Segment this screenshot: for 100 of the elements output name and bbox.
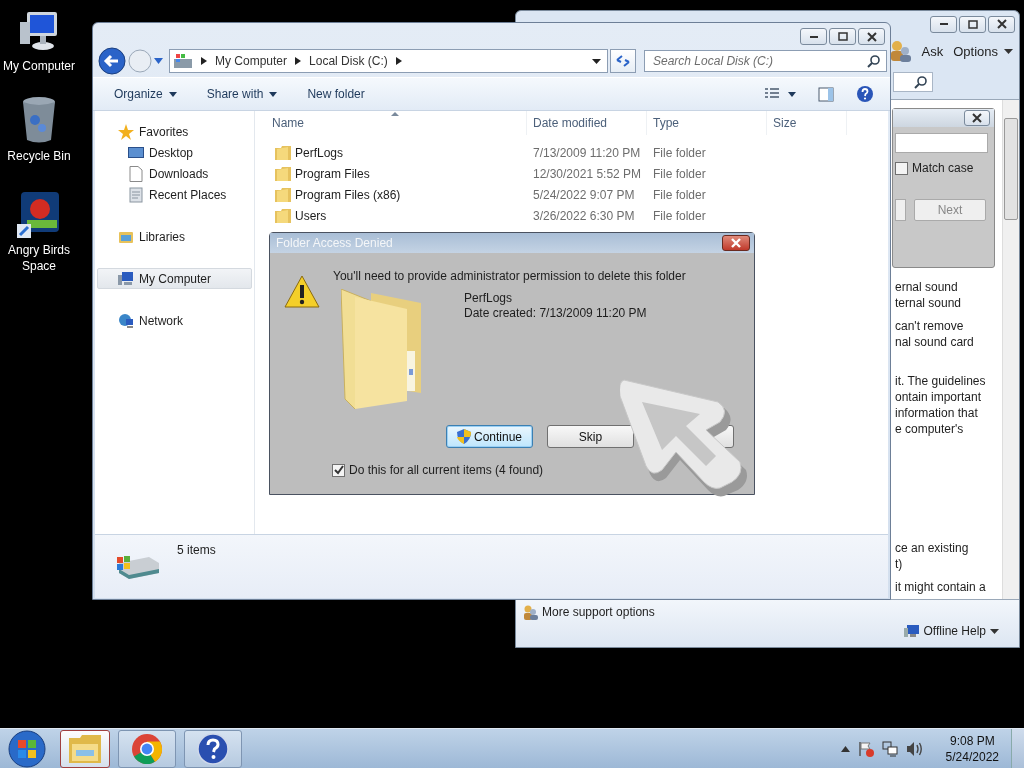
start-button[interactable] [6,729,48,768]
column-header[interactable]: Type [647,111,767,135]
column-header[interactable]: Date modified [527,111,647,135]
help-button[interactable] [856,85,874,103]
minimize-icon [939,23,948,25]
close-icon [972,113,982,123]
article-text: ternal sound [895,295,962,311]
article-text: it. The guidelines [895,373,986,389]
toolbar-button[interactable]: Organize [114,87,177,101]
article-text: ernal sound [895,279,958,295]
nav-item[interactable]: My Computer [97,268,252,289]
article-text: t) [895,556,903,572]
status-text: 5 items [177,543,216,557]
nav-item[interactable]: Libraries [97,226,252,247]
article-text: it might contain a [895,579,986,595]
clock-time[interactable]: 9:08 PM [949,732,995,749]
toolbar-button[interactable]: Share with [206,87,278,101]
show-hidden-icons-button[interactable] [840,745,850,752]
continue-button[interactable]: Continue [446,425,533,448]
nav-item[interactable]: Desktop [97,142,252,163]
ask-button[interactable]: Ask [921,43,944,59]
chevron-icon[interactable] [395,57,402,65]
nav-item[interactable]: Recent Places [97,184,252,205]
explorer-taskbar-button[interactable] [60,729,110,768]
checkbox[interactable] [895,161,908,175]
browser-taskbar-button[interactable] [118,729,176,768]
computer-icon [903,624,920,638]
close-button[interactable] [858,28,885,45]
article-text: ce an existing [895,540,969,556]
chevron-icon[interactable] [201,57,207,65]
network-icon [118,312,134,329]
nav-item[interactable]: Favorites [97,121,252,142]
document-list-icon [128,186,144,203]
clock-date[interactable]: 5/24/2022 [945,748,999,765]
speaker-icon[interactable] [905,740,924,757]
breadcrumb[interactable]: Local Disk (C:) [309,54,388,68]
refresh-icon [615,54,631,68]
sort-arrow-icon [390,112,399,116]
table-cell-text: 7/13/2009 11:20 PM [532,145,642,160]
options-menu[interactable]: Options [953,43,1013,59]
address-bar[interactable]: My Computer Local Disk (C:) [169,49,608,73]
search-icon [867,54,881,68]
offline-help-menu[interactable]: Offline Help [903,624,999,638]
star-icon [118,123,134,140]
maximize-button[interactable] [959,15,986,33]
chevron-icon[interactable] [295,57,302,65]
warning-icon [284,275,320,309]
close-button[interactable] [722,235,750,251]
toolbar-button[interactable]: New folder [307,87,365,101]
maximize-button[interactable] [829,28,856,45]
file-name[interactable]: Program Files (x86) [255,187,527,202]
table-cell-text: File folder [652,166,707,181]
desktop-icon-label[interactable]: Angry Birds Space [0,242,78,274]
table-cell-text: 3/26/2022 6:30 PM [532,208,636,223]
search-icon [914,75,928,89]
close-icon [731,238,741,248]
list-icon [764,87,780,101]
close-button[interactable] [988,15,1015,33]
find-field[interactable] [895,133,988,153]
desktop-icon [128,144,144,161]
column-header[interactable]: Size [767,111,847,135]
table-cell-text: File folder [652,187,707,202]
article-text: can't remove [895,318,964,334]
nav-item[interactable]: Network [97,310,252,331]
flag-icon[interactable] [857,740,874,757]
trash-icon[interactable] [21,96,57,144]
minimize-button[interactable] [930,15,957,33]
desktop-icon-label[interactable]: Recycle Bin [0,148,78,164]
search-field[interactable] [893,72,933,92]
file-name[interactable]: Program Files [255,166,527,181]
refresh-button[interactable] [610,49,636,73]
app-icon[interactable] [17,192,61,238]
article-text: ontain important [895,389,982,405]
checkbox[interactable] [332,463,345,477]
breadcrumb[interactable]: My Computer [215,54,288,68]
item-name: PerfLogs [464,291,513,306]
maximize-icon [837,32,848,41]
caret-icon [269,91,278,97]
folder-icon [275,166,291,181]
search-field[interactable]: Search Local Disk (C:) [644,50,887,72]
caret-icon[interactable] [592,58,601,64]
desktop-icon-label[interactable]: My Computer [0,58,78,74]
folder-icon [275,145,291,160]
column-header[interactable]: Name [255,111,527,135]
caret-icon [990,628,999,634]
caret-icon [788,91,796,97]
back-button[interactable] [98,47,126,75]
support-link[interactable]: More support options [522,604,655,620]
nav-item[interactable]: Downloads [97,163,252,184]
scrollbar[interactable] [1002,100,1019,599]
file-name[interactable]: Users [255,208,527,223]
view-button[interactable] [764,87,796,101]
minimize-button[interactable] [800,28,827,45]
file-name[interactable]: PerfLogs [255,145,527,160]
document-icon [128,165,144,182]
article-text: e computer's [895,421,964,437]
help-taskbar-button[interactable] [184,729,242,768]
close-button[interactable] [964,110,990,126]
network-icon[interactable] [881,740,898,757]
skip-button[interactable]: Skip [547,425,634,448]
